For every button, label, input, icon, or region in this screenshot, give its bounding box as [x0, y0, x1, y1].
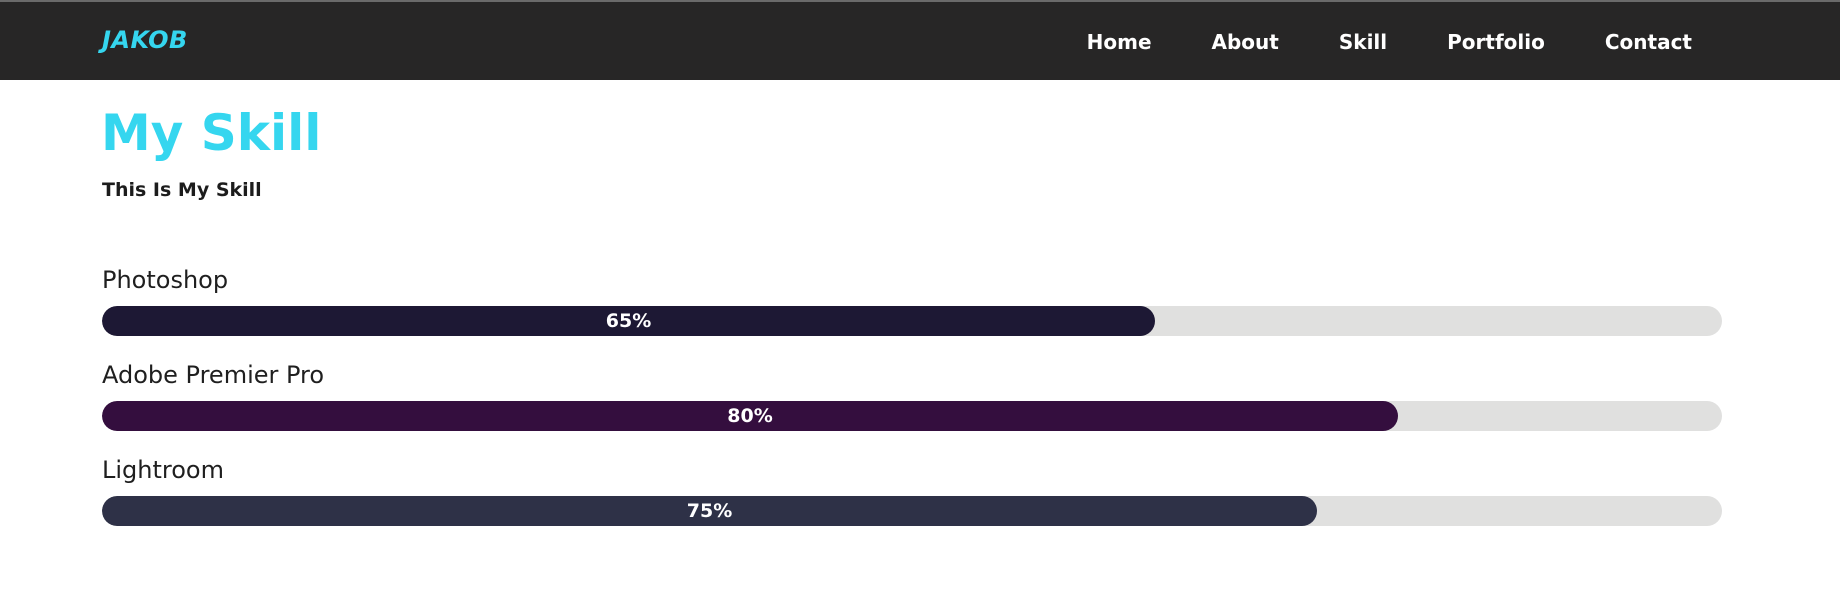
page-title: My Skill	[101, 104, 322, 162]
progress-fill: 75%	[102, 496, 1317, 526]
site-logo[interactable]: JAKOB	[102, 26, 188, 54]
skill-label: Photoshop	[102, 266, 229, 294]
progress-track: 75%	[102, 496, 1722, 526]
skills-list: Photoshop 65% Adobe Premier Pro 80% Ligh…	[102, 264, 1722, 549]
progress-percent: 80%	[727, 405, 773, 427]
nav-link-skill[interactable]: Skill	[1339, 30, 1387, 54]
nav-link-about[interactable]: About	[1212, 30, 1279, 54]
progress-track: 65%	[102, 306, 1722, 336]
main-nav: Home About Skill Portfolio Contact	[1087, 30, 1692, 54]
nav-link-contact[interactable]: Contact	[1605, 30, 1692, 54]
nav-link-home[interactable]: Home	[1087, 30, 1152, 54]
progress-fill: 80%	[102, 401, 1398, 431]
nav-link-portfolio[interactable]: Portfolio	[1447, 30, 1545, 54]
skill-item-lightroom: Lightroom 75%	[102, 454, 1722, 549]
skill-item-photoshop: Photoshop 65%	[102, 264, 1722, 359]
progress-track: 80%	[102, 401, 1722, 431]
navbar: JAKOB Home About Skill Portfolio Contact	[0, 2, 1840, 80]
skill-item-adobe-premier-pro: Adobe Premier Pro 80%	[102, 359, 1722, 454]
page-subtitle: This Is My Skill	[102, 179, 262, 201]
skill-label: Lightroom	[102, 456, 224, 484]
progress-percent: 75%	[686, 500, 733, 522]
progress-fill: 65%	[102, 306, 1155, 336]
progress-percent: 65%	[605, 310, 652, 332]
skill-label: Adobe Premier Pro	[102, 361, 325, 389]
